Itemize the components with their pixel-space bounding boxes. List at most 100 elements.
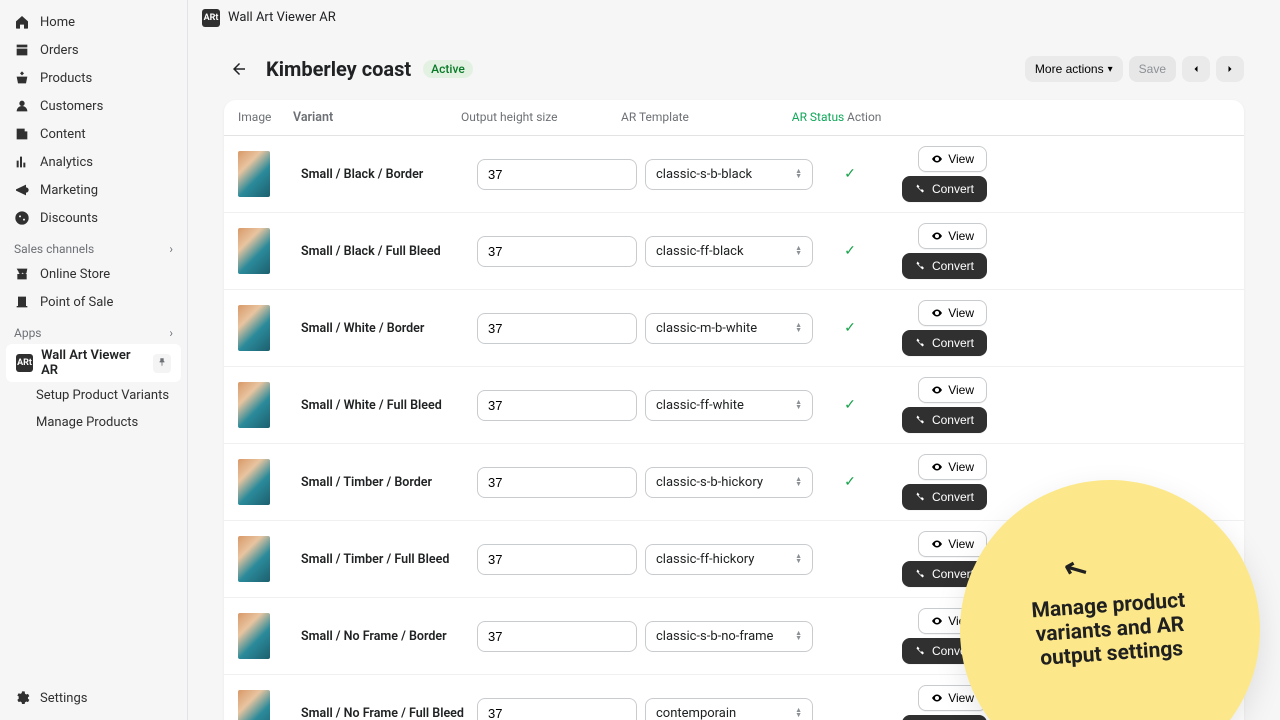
select-spinner-icon: ▲▼ bbox=[795, 554, 802, 564]
ar-template-select[interactable]: classic-s-b-no-frame ▲▼ bbox=[645, 621, 813, 652]
save-button[interactable]: Save bbox=[1129, 56, 1176, 82]
view-button[interactable]: View bbox=[918, 531, 987, 557]
variant-name: Small / No Frame / Full Bleed bbox=[301, 706, 469, 720]
check-icon: ✓ bbox=[844, 474, 856, 490]
convert-button[interactable]: Convert bbox=[902, 407, 987, 433]
nav-content[interactable]: Content bbox=[0, 120, 187, 148]
ar-template-select[interactable]: classic-m-b-white ▲▼ bbox=[645, 313, 813, 344]
back-button[interactable] bbox=[224, 54, 254, 84]
table-row: Small / Black / Border classic-s-b-black… bbox=[224, 136, 1244, 213]
check-icon: ✓ bbox=[844, 243, 856, 259]
output-height-input[interactable] bbox=[477, 390, 637, 421]
table-row: Small / White / Border classic-m-b-white… bbox=[224, 290, 1244, 367]
ar-template-select[interactable]: classic-ff-white ▲▼ bbox=[645, 390, 813, 421]
sales-channels-header: Sales channels › bbox=[0, 232, 187, 260]
analytics-icon bbox=[14, 154, 30, 170]
channel-online-store[interactable]: Online Store bbox=[0, 260, 187, 288]
th-template: AR Template bbox=[621, 110, 789, 125]
nav-orders[interactable]: Orders bbox=[0, 36, 187, 64]
view-button[interactable]: View bbox=[918, 146, 987, 172]
th-output: Output height size bbox=[461, 110, 621, 125]
view-button[interactable]: View bbox=[918, 454, 987, 480]
content: Kimberley coast Active More actions ▾ Sa… bbox=[188, 36, 1280, 720]
pin-icon[interactable] bbox=[153, 354, 171, 373]
output-height-input[interactable] bbox=[477, 313, 637, 344]
variant-thumbnail bbox=[238, 690, 270, 720]
select-spinner-icon: ▲▼ bbox=[795, 323, 802, 333]
output-height-input[interactable] bbox=[477, 544, 637, 575]
arrow-icon: ↖ bbox=[1057, 549, 1094, 589]
page-header: Kimberley coast Active More actions ▾ Sa… bbox=[224, 54, 1244, 84]
app-icon: ARt bbox=[16, 354, 33, 372]
topbar: ARt Wall Art Viewer AR bbox=[188, 0, 1280, 36]
gear-icon bbox=[14, 690, 30, 706]
select-spinner-icon: ▲▼ bbox=[795, 169, 802, 179]
nav-customers[interactable]: Customers bbox=[0, 92, 187, 120]
variant-name: Small / Timber / Full Bleed bbox=[301, 552, 469, 567]
sidebar-app-wall-art[interactable]: ARt Wall Art Viewer AR bbox=[6, 344, 181, 382]
convert-button[interactable]: Convert bbox=[902, 253, 987, 279]
content-icon bbox=[14, 126, 30, 142]
nav-marketing[interactable]: Marketing bbox=[0, 176, 187, 204]
customers-icon bbox=[14, 98, 30, 114]
th-status: AR Status bbox=[789, 110, 847, 125]
variant-thumbnail bbox=[238, 151, 270, 197]
chevron-right-icon: › bbox=[169, 242, 173, 256]
variant-name: Small / White / Full Bleed bbox=[301, 398, 469, 413]
view-button[interactable]: View bbox=[918, 300, 987, 326]
orders-icon bbox=[14, 42, 30, 58]
check-icon: ✓ bbox=[844, 166, 856, 182]
view-button[interactable]: View bbox=[918, 377, 987, 403]
convert-button[interactable]: Convert bbox=[902, 484, 987, 510]
output-height-input[interactable] bbox=[477, 467, 637, 498]
ar-template-select[interactable]: classic-s-b-hickory ▲▼ bbox=[645, 467, 813, 498]
prev-button[interactable] bbox=[1182, 56, 1210, 82]
settings-nav[interactable]: Settings bbox=[0, 684, 187, 712]
th-action: Action bbox=[847, 110, 947, 125]
variant-name: Small / White / Border bbox=[301, 321, 469, 336]
select-spinner-icon: ▲▼ bbox=[795, 246, 802, 256]
nav-products[interactable]: Products bbox=[0, 64, 187, 92]
output-height-input[interactable] bbox=[477, 698, 637, 720]
variant-thumbnail bbox=[238, 613, 270, 659]
next-button[interactable] bbox=[1216, 56, 1244, 82]
nav-analytics[interactable]: Analytics bbox=[0, 148, 187, 176]
app-badge-icon: ARt bbox=[202, 9, 220, 27]
channel-icon bbox=[14, 266, 30, 282]
variant-name: Small / Black / Border bbox=[301, 167, 469, 182]
convert-button[interactable]: Convert bbox=[902, 715, 987, 720]
variant-thumbnail bbox=[238, 382, 270, 428]
variant-name: Small / Black / Full Bleed bbox=[301, 244, 469, 259]
ar-template-select[interactable]: contemporain ▲▼ bbox=[645, 698, 813, 720]
th-image: Image bbox=[238, 110, 293, 125]
app-sub-manage-products[interactable]: Manage Products bbox=[0, 409, 187, 436]
output-height-input[interactable] bbox=[477, 621, 637, 652]
ar-template-select[interactable]: classic-ff-hickory ▲▼ bbox=[645, 544, 813, 575]
nav-discounts[interactable]: Discounts bbox=[0, 204, 187, 232]
view-button[interactable]: View bbox=[918, 223, 987, 249]
ar-template-select[interactable]: classic-s-b-black ▲▼ bbox=[645, 159, 813, 190]
convert-button[interactable]: Convert bbox=[902, 330, 987, 356]
th-variant: Variant bbox=[293, 110, 461, 125]
status-badge: Active bbox=[423, 60, 473, 78]
table-row: Small / Black / Full Bleed classic-ff-bl… bbox=[224, 213, 1244, 290]
ar-template-select[interactable]: classic-ff-black ▲▼ bbox=[645, 236, 813, 267]
select-spinner-icon: ▲▼ bbox=[795, 631, 802, 641]
app-sub-setup-product-variants[interactable]: Setup Product Variants bbox=[0, 382, 187, 409]
home-icon bbox=[14, 14, 30, 30]
variant-name: Small / Timber / Border bbox=[301, 475, 469, 490]
apps-header: Apps › bbox=[0, 316, 187, 344]
page-title: Kimberley coast bbox=[266, 57, 411, 81]
nav-home[interactable]: Home bbox=[0, 8, 187, 36]
variant-thumbnail bbox=[238, 536, 270, 582]
output-height-input[interactable] bbox=[477, 159, 637, 190]
output-height-input[interactable] bbox=[477, 236, 637, 267]
chevron-right-icon: › bbox=[169, 326, 173, 340]
select-spinner-icon: ▲▼ bbox=[795, 400, 802, 410]
check-icon: ✓ bbox=[844, 397, 856, 413]
channel-point-of-sale[interactable]: Point of Sale bbox=[0, 288, 187, 316]
convert-button[interactable]: Convert bbox=[902, 176, 987, 202]
select-spinner-icon: ▲▼ bbox=[795, 477, 802, 487]
more-actions-button[interactable]: More actions ▾ bbox=[1025, 56, 1123, 82]
discounts-icon bbox=[14, 210, 30, 226]
